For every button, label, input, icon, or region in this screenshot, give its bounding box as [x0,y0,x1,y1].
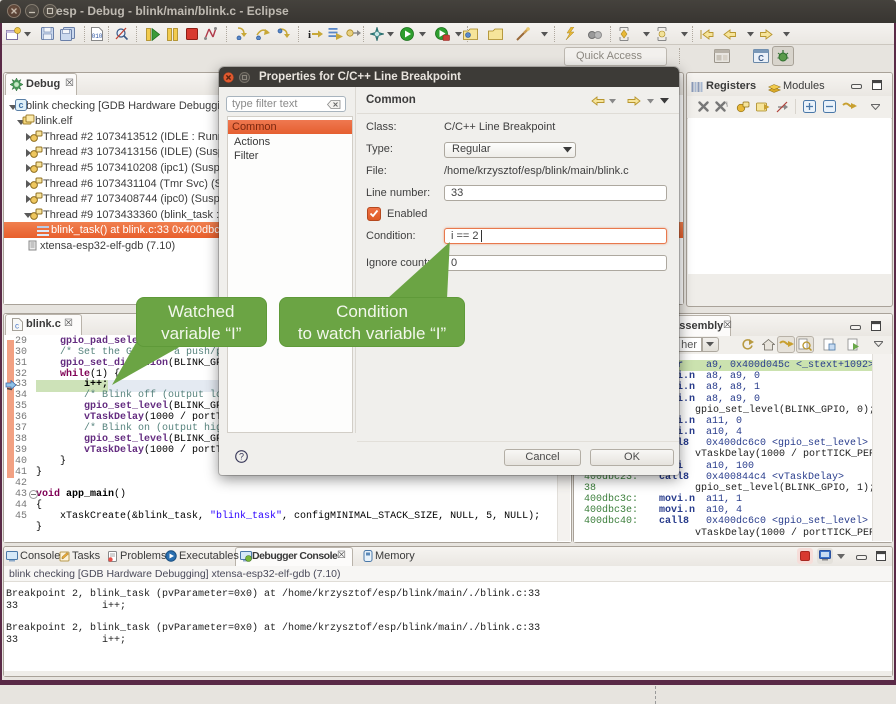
svg-text:c: c [18,100,23,110]
svg-text:i: i [308,29,311,40]
svg-text:?: ? [239,452,244,462]
svg-text:c: c [15,322,19,331]
svg-text:C: C [758,54,764,63]
svg-text:010: 010 [92,33,103,40]
